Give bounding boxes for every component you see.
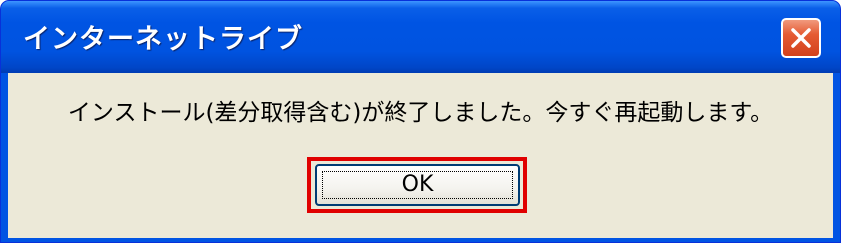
dialog-message: インストール(差分取得含む)が終了しました。今すぐ再起動します。 — [67, 100, 774, 126]
dialog-window: インターネットライブ インストール(差分取得含む)が終了しました。今すぐ再起動し… — [0, 0, 841, 243]
ok-button[interactable]: OK — [315, 164, 520, 206]
dialog-body: インストール(差分取得含む)が終了しました。今すぐ再起動します。 OK — [8, 73, 833, 238]
close-icon — [791, 28, 811, 48]
close-button[interactable] — [781, 18, 821, 58]
window-title: インターネットライブ — [23, 24, 303, 55]
title-bar[interactable]: インターネットライブ — [1, 1, 840, 73]
ok-button-label: OK — [401, 172, 434, 197]
